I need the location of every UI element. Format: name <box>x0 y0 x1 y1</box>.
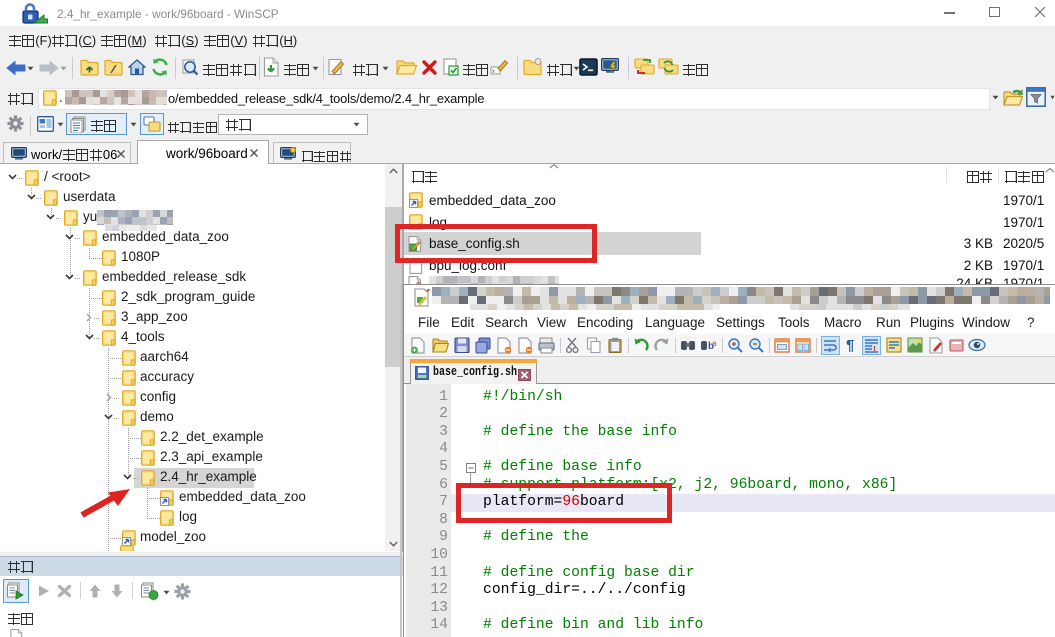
svg-text:x: x <box>492 69 495 75</box>
svg-text:a: a <box>712 339 717 348</box>
